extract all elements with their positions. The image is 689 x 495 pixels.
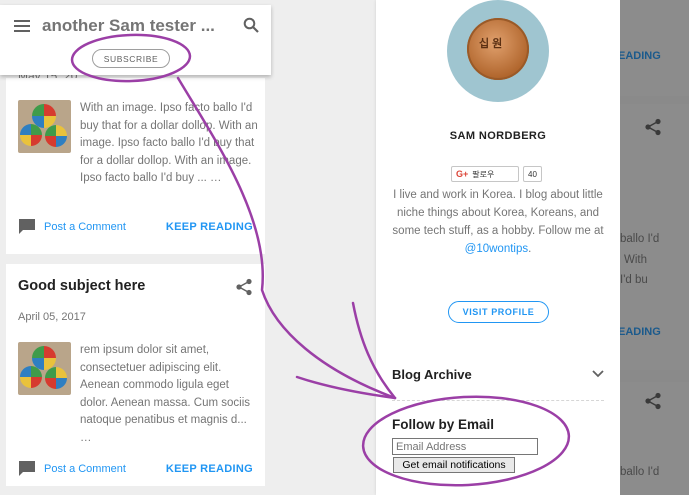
post-comment-link[interactable]: Post a Comment	[18, 218, 126, 235]
share-icon[interactable]	[644, 118, 662, 136]
dimmed-snippet-line: I'd bu	[620, 274, 648, 286]
profile-sidebar: 십 원 SAM NORDBERG G+ 팔로우 40 I live and wo…	[376, 0, 620, 495]
search-icon[interactable]	[243, 17, 259, 33]
dimmed-keep-reading[interactable]: EADING	[620, 50, 661, 62]
profile-bio-text: I live and work in Korea. I blog about l…	[392, 189, 604, 237]
profile-bio-end: .	[528, 243, 532, 255]
profile-avatar[interactable]: 십 원	[447, 0, 549, 102]
profile-name[interactable]: SAM NORDBERG	[376, 130, 620, 142]
comment-icon	[19, 219, 35, 234]
post-comment-link[interactable]: Post a Comment	[18, 460, 126, 477]
post-card: Good subject here April 05, 2017 rem ips…	[6, 264, 265, 486]
dimmed-post-card: ballo I'd With I'd bu EADING	[620, 104, 689, 370]
dimmed-post-card: EADING	[620, 0, 689, 96]
dimmed-keep-reading[interactable]: EADING	[620, 326, 661, 338]
post-snippet: rem ipsum dolor sit amet, consectetuer a…	[80, 344, 251, 444]
blog-header: another Sam tester ... SUBSCRIBE	[0, 5, 271, 75]
divider	[392, 400, 604, 401]
post-snippet: With an image. Ipso facto ballo I'd buy …	[80, 102, 258, 184]
post-card: With an image. Ipso facto ballo I'd buy …	[6, 78, 265, 254]
dimmed-post-card: ballo I'd	[620, 382, 689, 495]
hamburger-menu-icon[interactable]	[14, 19, 30, 33]
dimmed-snippet-line: With	[624, 254, 647, 266]
share-icon[interactable]	[235, 278, 253, 296]
google-plus-follow[interactable]: G+ 팔로우 40	[451, 166, 542, 182]
google-plus-follow-label: 팔로우	[472, 169, 495, 179]
comment-icon	[19, 461, 35, 476]
keep-reading-link[interactable]: KEEP READING	[166, 463, 253, 475]
post-title[interactable]: Good subject here	[18, 278, 145, 294]
email-address-input[interactable]	[392, 438, 538, 455]
blog-title[interactable]: another Sam tester ...	[42, 16, 215, 36]
coin-text: 십 원	[479, 38, 503, 50]
keep-reading-link[interactable]: KEEP READING	[166, 221, 253, 233]
post-comment-label[interactable]: Post a Comment	[44, 463, 126, 475]
get-email-notifications-button[interactable]: Get email notifications	[393, 457, 515, 473]
google-plus-follow-button[interactable]: G+ 팔로우	[451, 166, 519, 182]
subscribe-button[interactable]: SUBSCRIBE	[92, 49, 170, 68]
visit-profile-button[interactable]: VISIT PROFILE	[448, 301, 549, 323]
coin-image: 십 원	[467, 18, 529, 80]
dimmed-snippet-line: ballo I'd	[620, 233, 660, 245]
share-icon[interactable]	[644, 392, 662, 410]
post-thumbnail[interactable]	[18, 342, 71, 395]
twitter-link[interactable]: @10wontips	[465, 243, 528, 255]
follow-by-email-title: Follow by Email	[392, 417, 495, 432]
google-plus-icon: G+	[456, 169, 469, 179]
post-date: April 05, 2017	[18, 311, 86, 323]
google-plus-follower-count: 40	[523, 166, 542, 182]
chevron-down-icon[interactable]	[592, 370, 604, 378]
blog-archive-title[interactable]: Blog Archive	[392, 367, 472, 382]
profile-bio: I live and work in Korea. I blog about l…	[392, 186, 604, 258]
dimmed-snippet-line: ballo I'd	[620, 466, 660, 478]
page-gutter	[276, 0, 376, 495]
dimmed-post-list: EADING ballo I'd With I'd bu EADING ball…	[620, 0, 689, 495]
post-comment-label[interactable]: Post a Comment	[44, 221, 126, 233]
post-thumbnail[interactable]	[18, 100, 71, 153]
